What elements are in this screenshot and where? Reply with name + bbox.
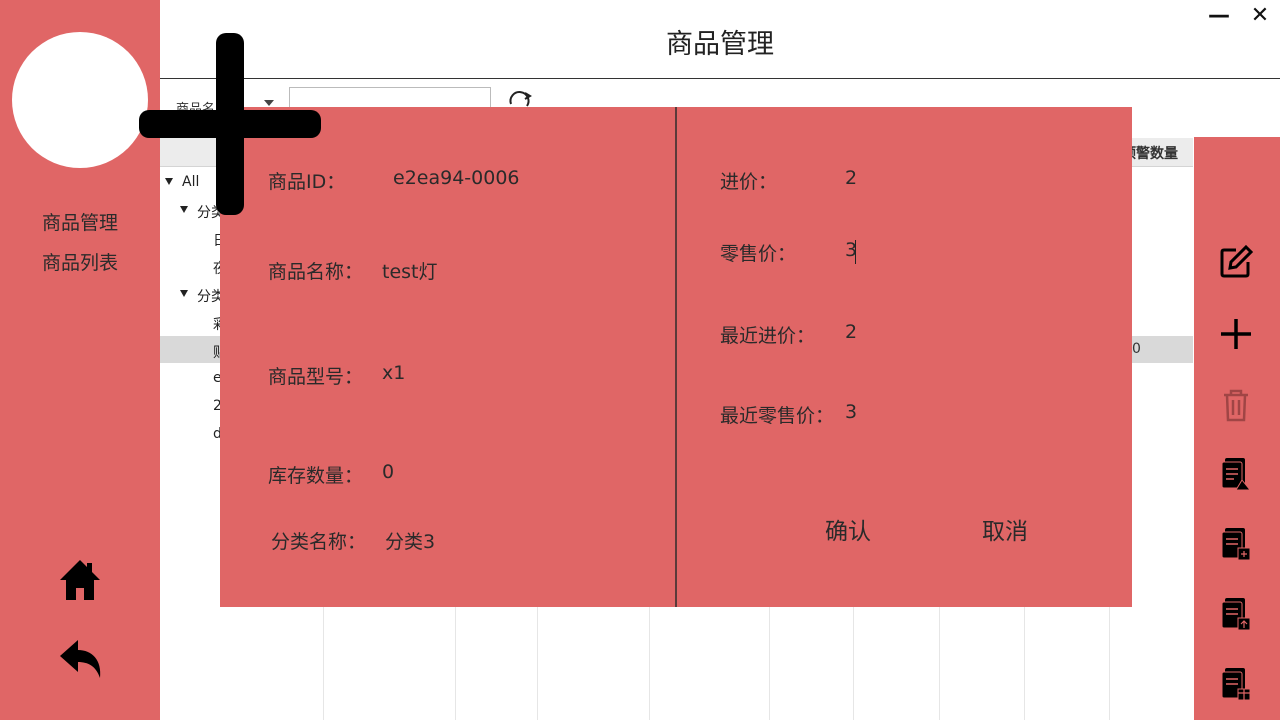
tree-expand-icon[interactable] (165, 178, 173, 185)
cancel-button[interactable]: 取消 (982, 512, 1028, 546)
category-name-label: 分类名称： (271, 531, 367, 553)
stock-quantity-label: 库存数量： (268, 465, 364, 487)
purchase-price-value[interactable]: 2 (845, 167, 857, 189)
stock-quantity-value[interactable]: 0 (382, 461, 394, 483)
purchase-price-label: 进价： (720, 171, 778, 193)
add-icon[interactable] (1216, 314, 1256, 354)
avatar[interactable] (12, 32, 148, 168)
tree-item-label: All (182, 174, 200, 190)
product-id-label: 商品ID： (268, 171, 346, 193)
product-name-value[interactable]: test灯 (382, 257, 438, 284)
sidebar-item-product-list[interactable]: 商品列表 (0, 248, 160, 275)
delete-icon[interactable] (1216, 385, 1256, 425)
page-title: 商品管理 (666, 29, 774, 60)
table-cell: 0 (1132, 341, 1141, 357)
reply-arrow-icon[interactable] (58, 638, 104, 680)
tree-expand-icon[interactable] (180, 206, 188, 213)
retail-price-label: 零售价： (720, 243, 797, 265)
sidebar-item-product-management[interactable]: 商品管理 (0, 208, 160, 235)
home-icon[interactable] (58, 558, 102, 602)
product-model-label: 商品型号： (268, 366, 364, 388)
gift-doc-icon[interactable] (1216, 664, 1256, 704)
chevron-down-icon[interactable] (264, 100, 274, 106)
edit-icon[interactable] (1216, 242, 1256, 282)
text-cursor (855, 240, 856, 264)
category-name-value[interactable]: 分类3 (385, 527, 435, 554)
minimize-button[interactable]: — (1207, 4, 1231, 28)
product-name-label: 商品名称： (268, 261, 364, 283)
header-divider (160, 78, 1280, 79)
recent-purchase-price-value[interactable]: 2 (845, 321, 857, 343)
tree-expand-icon[interactable] (180, 290, 188, 297)
product-model-value[interactable]: x1 (382, 362, 405, 384)
product-id-value[interactable]: e2ea94-0006 (393, 167, 520, 189)
cursor-crosshair-icon (139, 110, 321, 138)
export-doc-icon[interactable] (1216, 454, 1256, 494)
confirm-button[interactable]: 确认 (825, 512, 871, 546)
import-doc-icon[interactable] (1216, 524, 1256, 564)
recent-retail-price-value[interactable]: 3 (845, 401, 857, 423)
close-button[interactable]: ✕ (1248, 4, 1272, 28)
recent-retail-price-label: 最近零售价： (720, 405, 835, 427)
dialog-divider (675, 107, 677, 607)
recent-purchase-price-label: 最近进价： (720, 325, 816, 347)
upload-doc-icon[interactable] (1216, 594, 1256, 634)
